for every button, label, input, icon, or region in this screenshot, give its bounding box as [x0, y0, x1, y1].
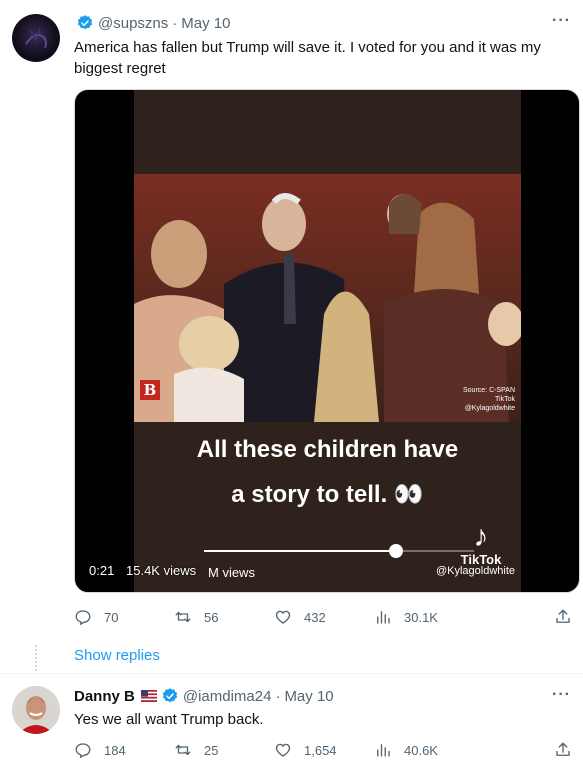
more-icon[interactable]: ···	[552, 12, 571, 30]
avatar[interactable]	[12, 14, 60, 62]
user-handle[interactable]: @iamdima24	[183, 688, 272, 705]
views-icon	[377, 744, 390, 757]
verified-badge-icon	[162, 688, 177, 703]
retweet-count: 56	[204, 609, 219, 625]
video-scene-image	[134, 174, 521, 422]
tweet-actions: 70 56 432 30.1K	[74, 608, 570, 626]
separator-dot: ·	[172, 14, 178, 32]
like-count: 432	[304, 609, 326, 625]
like-icon	[275, 610, 291, 624]
video-frame: B Source: C-SPAN TikTok @Kylagoldwhite A…	[134, 90, 521, 592]
verified-badge-icon	[77, 15, 93, 30]
views-button[interactable]: 30.1K	[374, 608, 474, 626]
like-icon	[275, 743, 291, 757]
embedded-views-label: M views	[208, 565, 255, 580]
reply-count: 70	[104, 609, 119, 625]
thread-connector-line	[35, 645, 37, 671]
retweet-count: 25	[204, 742, 219, 758]
share-button[interactable]	[554, 741, 583, 759]
embedded-handle-label: @Kylagoldwhite	[435, 565, 515, 577]
retweet-icon	[175, 611, 191, 623]
video-progress-bar[interactable]	[204, 544, 474, 558]
share-icon	[556, 609, 570, 623]
tweet-header: Danny B @iamdima24 · May 10	[74, 687, 334, 705]
retweet-icon	[175, 744, 191, 756]
tweet-supszns[interactable]: @supszns · May 10 ··· America has fallen…	[0, 0, 583, 640]
tiktok-logo: ♪ TikTok	[451, 520, 511, 568]
view-count: 30.1K	[404, 609, 438, 625]
reply-button[interactable]: 184	[74, 741, 174, 759]
views-button[interactable]: 40.6K	[374, 741, 474, 759]
video-progress-fill	[204, 550, 396, 552]
video-player[interactable]: B Source: C-SPAN TikTok @Kylagoldwhite A…	[74, 89, 580, 593]
tiktok-note-icon: ♪	[473, 520, 489, 553]
video-source-watermark: Source: C-SPAN TikTok @Kylagoldwhite	[463, 386, 515, 413]
video-caption-line1: All these children have	[196, 436, 459, 463]
show-replies-link[interactable]: Show replies	[74, 647, 160, 664]
tweet-divider	[0, 673, 583, 674]
avatar[interactable]	[12, 686, 60, 734]
brand-badge: B	[140, 380, 160, 400]
like-button[interactable]: 432	[274, 608, 374, 626]
video-caption-line2: a story to tell. 👀	[231, 481, 424, 508]
tweet-date[interactable]: May 10	[181, 15, 230, 32]
avatar-image	[12, 686, 60, 734]
like-count: 1,654	[304, 742, 337, 758]
views-icon	[377, 611, 390, 624]
video-time: 0:21	[89, 563, 115, 578]
avatar-image	[25, 27, 47, 49]
tweet-text: Yes we all want Trump back.	[74, 711, 264, 728]
tweet-header: @supszns · May 10	[74, 14, 230, 32]
video-progress-handle[interactable]	[388, 544, 403, 558]
tweet-text: America has fallen but Trump will save i…	[74, 39, 541, 77]
user-handle[interactable]: @supszns	[98, 15, 168, 32]
user-display-name[interactable]: Danny B	[74, 688, 135, 705]
retweet-button[interactable]: 56	[174, 608, 274, 626]
tiktok-small-label: TikTok	[495, 396, 515, 403]
reply-button[interactable]: 70	[74, 608, 174, 626]
tiktok-small-handle: @Kylagoldwhite	[464, 405, 515, 412]
source-label: Source: C-SPAN	[463, 387, 515, 394]
reply-icon	[75, 743, 91, 759]
share-icon	[556, 742, 570, 756]
retweet-button[interactable]: 25	[174, 741, 274, 759]
more-icon[interactable]: ···	[552, 686, 571, 704]
video-views: 15.4K views	[126, 563, 197, 578]
separator-dot: ·	[275, 687, 281, 705]
tweet-actions: 184 25 1,654 40.6K	[74, 741, 570, 759]
us-flag-icon	[140, 690, 157, 702]
share-button[interactable]	[554, 608, 583, 626]
tweet-date[interactable]: May 10	[284, 688, 333, 705]
like-button[interactable]: 1,654	[274, 741, 374, 759]
reply-count: 184	[104, 742, 126, 758]
reply-icon	[75, 610, 91, 626]
view-count: 40.6K	[404, 742, 438, 758]
